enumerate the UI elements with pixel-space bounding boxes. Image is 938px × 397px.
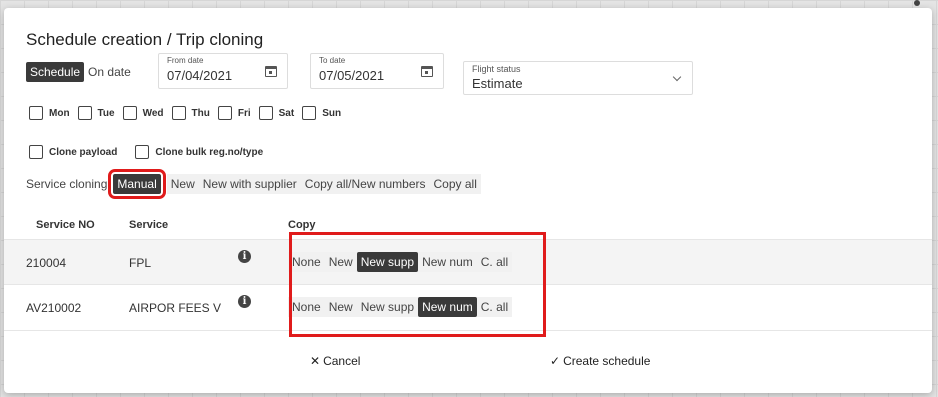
service-cloning-copy-all-new-numbers[interactable]: Copy all/New numbers (301, 174, 430, 194)
background-dot (914, 0, 920, 6)
day-fri[interactable]: Fri (217, 106, 251, 120)
flight-status-label: Flight status (472, 64, 521, 74)
copy-highlight-box (289, 232, 546, 337)
from-date-value: 07/04/2021 (167, 68, 233, 83)
checkbox[interactable] (258, 106, 273, 120)
checkbox[interactable] (77, 106, 92, 120)
clone-payload-option[interactable]: Clone payload (29, 145, 117, 159)
day-label: Fri (237, 107, 251, 119)
checkbox[interactable] (135, 145, 150, 159)
mode-schedule[interactable]: Schedule (26, 62, 85, 82)
day-sun[interactable]: Sun (302, 106, 341, 120)
option-label: Clone payload (49, 146, 118, 158)
checkbox[interactable] (29, 106, 43, 120)
checkbox[interactable] (302, 106, 317, 120)
schedule-dialog: Schedule creation / Trip cloning Schedul… (4, 8, 932, 393)
day-wed[interactable]: Wed (122, 106, 164, 120)
checkbox[interactable] (29, 145, 43, 159)
to-date-value: 07/05/2021 (319, 68, 385, 83)
from-date-label: From date (167, 56, 204, 65)
create-schedule-label: Create schedule (563, 354, 651, 368)
day-mon[interactable]: Mon (29, 106, 70, 120)
day-label: Tue (97, 107, 115, 119)
service-cloning: Service cloning Manual New New with supp… (26, 169, 481, 199)
info-icon[interactable]: i (238, 295, 251, 308)
checkbox[interactable] (217, 106, 232, 120)
day-label: Wed (142, 107, 164, 119)
day-thu[interactable]: Thu (171, 106, 210, 120)
day-tue[interactable]: Tue (77, 106, 115, 120)
clone-bulk-option[interactable]: Clone bulk reg.no/type (135, 145, 263, 159)
header-service: Service (129, 219, 169, 231)
service-cloning-options: New New with supplier Copy all/New numbe… (166, 174, 481, 194)
close-icon: ✕ (310, 354, 321, 368)
info-icon[interactable]: i (238, 250, 251, 263)
option-label: Clone bulk reg.no/type (155, 146, 264, 158)
service-cloning-new-with-supplier[interactable]: New with supplier (199, 174, 301, 194)
day-label: Thu (191, 107, 210, 119)
checkbox[interactable] (171, 106, 186, 120)
to-date-label: To date (319, 56, 346, 65)
service-cloning-new[interactable]: New (167, 174, 199, 194)
service-cell: FPL (129, 256, 152, 270)
calendar-icon[interactable] (421, 66, 433, 77)
weekday-checkboxes: Mon Tue Wed Thu Fri Sat Sun (29, 106, 349, 120)
service-cloning-copy-all[interactable]: Copy all (430, 174, 481, 194)
to-date-field[interactable]: To date 07/05/2021 (310, 53, 444, 89)
day-label: Sun (322, 107, 342, 119)
cancel-button[interactable]: ✕ Cancel (310, 354, 360, 368)
day-label: Mon (49, 107, 70, 119)
day-sat[interactable]: Sat (258, 106, 295, 120)
dialog-title: Schedule creation / Trip cloning (26, 30, 264, 49)
create-schedule-button[interactable]: ✓ Create schedule (550, 354, 650, 368)
service-cell: AIRPOR FEES V (129, 301, 222, 315)
checkbox[interactable] (122, 106, 137, 120)
cancel-label: Cancel (323, 354, 361, 368)
clone-options: Clone payload Clone bulk reg.no/type (29, 145, 281, 159)
mode-toggle: Schedule On date (26, 62, 135, 82)
mode-on-date[interactable]: On date (84, 62, 135, 82)
service-no-cell: AV210002 (26, 301, 82, 315)
service-cloning-manual[interactable]: Manual (108, 169, 166, 199)
header-copy: Copy (288, 219, 316, 231)
service-cloning-label: Service cloning (26, 177, 108, 191)
day-label: Sat (278, 107, 295, 119)
service-no-cell: 210004 (26, 256, 67, 270)
check-icon: ✓ (550, 354, 561, 368)
flight-status-value: Estimate (472, 76, 523, 91)
flight-status-select[interactable]: Flight status Estimate (463, 61, 693, 95)
header-service-no: Service NO (36, 219, 95, 231)
calendar-icon[interactable] (265, 66, 277, 77)
from-date-field[interactable]: From date 07/04/2021 (158, 53, 288, 89)
